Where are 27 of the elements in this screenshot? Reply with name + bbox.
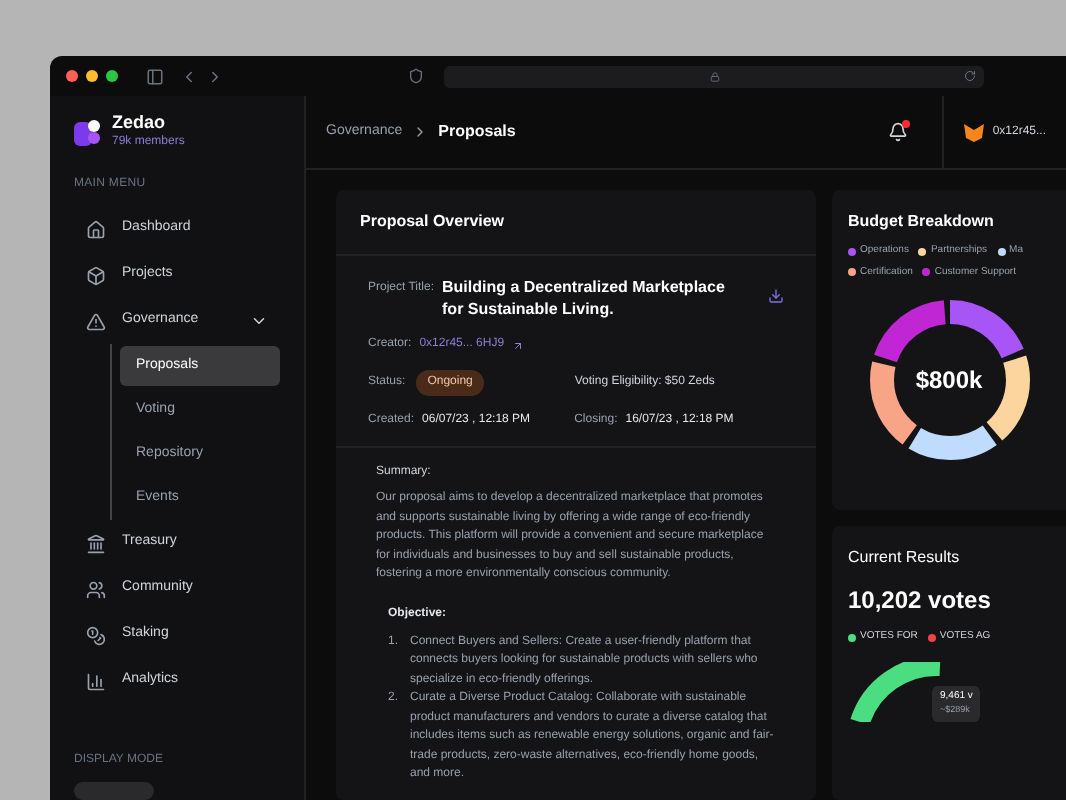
vote-total: 10,202 votes bbox=[848, 584, 993, 618]
shield-icon[interactable] bbox=[408, 68, 424, 84]
project-title: Building a Decentralized Marketplace for Sustainable Living. bbox=[442, 276, 727, 320]
lock-icon bbox=[709, 71, 719, 81]
display-mode-toggle[interactable] bbox=[74, 782, 154, 800]
logo-icon bbox=[74, 117, 102, 145]
bank-icon bbox=[86, 533, 106, 553]
reload-icon[interactable] bbox=[964, 70, 976, 82]
cube-icon bbox=[86, 265, 106, 285]
card-title: Current Results bbox=[848, 546, 962, 570]
card-title: Proposal Overview bbox=[336, 190, 816, 256]
brand-name: Zedao bbox=[112, 112, 168, 134]
bar-chart-icon bbox=[86, 671, 106, 691]
sidebar-toggle-icon[interactable] bbox=[146, 67, 164, 85]
budget-total: $800k bbox=[915, 364, 983, 398]
back-icon[interactable] bbox=[180, 67, 198, 85]
forward-icon[interactable] bbox=[206, 67, 224, 85]
coins-icon bbox=[86, 625, 106, 645]
external-link-icon[interactable] bbox=[512, 339, 525, 351]
download-icon[interactable] bbox=[768, 288, 784, 304]
card-title: Budget Breakdown bbox=[848, 210, 996, 234]
bell-icon[interactable] bbox=[888, 122, 909, 142]
people-icon bbox=[86, 579, 106, 599]
warning-icon bbox=[86, 311, 106, 331]
home-icon bbox=[86, 219, 106, 239]
chevron-icon[interactable] bbox=[250, 312, 268, 330]
breadcrumb-current: Proposals bbox=[438, 120, 516, 144]
